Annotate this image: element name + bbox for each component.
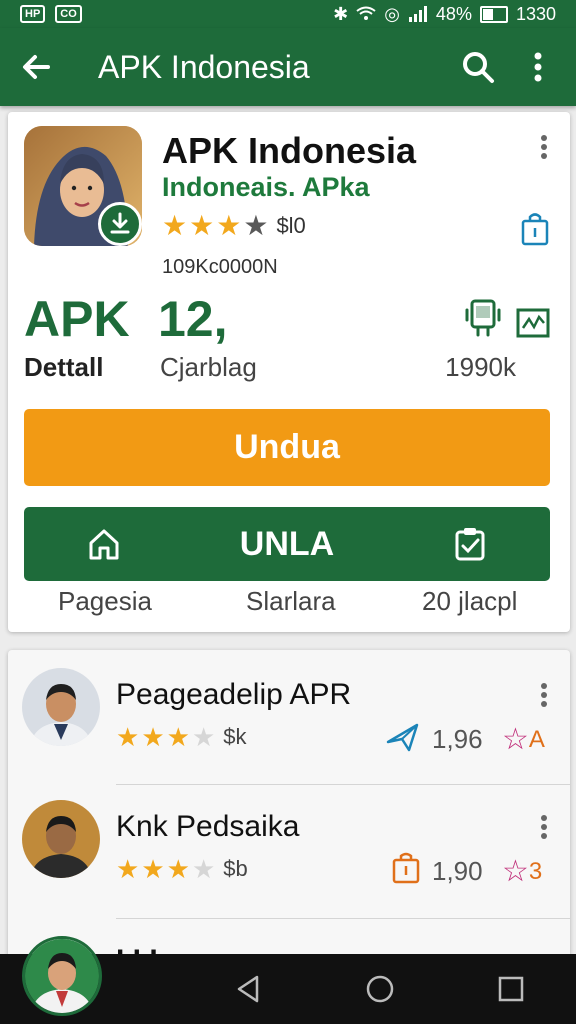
star-icon: ★: [141, 854, 165, 884]
nav-back-icon[interactable]: [235, 974, 261, 1004]
vibrate-icon: ◎: [384, 3, 400, 24]
list-item-rating-value: $k: [223, 724, 247, 749]
list-item-title: Knk Pedsaika: [116, 810, 300, 843]
status-time: 1330: [515, 3, 556, 24]
robot-icon: [464, 296, 502, 343]
star-icon: ★: [162, 210, 188, 241]
action-label-3: 20 jlacpl: [422, 586, 518, 616]
nav-recents-icon[interactable]: [498, 976, 524, 1002]
list-item-rating: ★ ★ ★ ★ $k: [116, 724, 247, 750]
battery-percent: 48%: [435, 3, 472, 24]
stat-label-1: Dettall: [24, 352, 104, 382]
star-icon: ★: [116, 722, 140, 752]
nav-home-icon[interactable]: [365, 974, 395, 1004]
more-vert-icon: [534, 52, 542, 82]
install-button[interactable]: Undua: [24, 409, 550, 486]
list-item-more-button[interactable]: [540, 814, 548, 845]
star-empty-icon: ★: [191, 722, 216, 752]
action-label-2: Slarlara: [246, 586, 336, 616]
app-icon[interactable]: [24, 126, 142, 246]
star-outline-icon: ☆: [502, 723, 529, 756]
download-count: 109Kc0000N: [162, 256, 278, 278]
secondary-action-label: UNLA: [239, 524, 335, 563]
shopping-bag-icon[interactable]: [392, 852, 420, 889]
stat-value-1: APK: [24, 291, 130, 347]
star-icon: ★: [216, 210, 242, 241]
back-arrow-icon: [23, 55, 50, 79]
status-left: HP CO: [20, 5, 82, 23]
star-icon: ★: [189, 210, 215, 241]
rating-value: $l0: [276, 213, 306, 238]
bluetooth-icon: ✱: [333, 3, 349, 24]
star-empty-icon: ★: [191, 854, 216, 884]
status-chip-1: HP: [20, 5, 46, 23]
app-rating: ★ ★ ★ ★ $l0: [162, 212, 306, 240]
app-bar: APK Indonesia: [0, 28, 576, 106]
list-item-count: 1,96: [432, 724, 483, 754]
star-icon: ★: [166, 722, 190, 752]
battery-icon: [479, 5, 508, 23]
stat-label-3: 1990k: [445, 352, 516, 382]
floating-avatar[interactable]: [22, 936, 102, 1016]
list-item-rating-value: $b: [223, 856, 248, 881]
more-vert-icon: [541, 683, 547, 707]
star-icon: ★: [141, 722, 165, 752]
app-developer[interactable]: Indoneais. APka: [162, 172, 370, 203]
star-icon: ★: [116, 854, 140, 884]
list-item-count: 1,90: [432, 856, 483, 886]
shopping-bag-icon: [521, 213, 549, 246]
list-item-more-button[interactable]: [540, 682, 548, 713]
avatar: [22, 668, 100, 746]
divider: [116, 918, 570, 919]
send-icon[interactable]: [386, 722, 420, 757]
overflow-menu-button[interactable]: [508, 51, 568, 83]
search-button[interactable]: [448, 50, 508, 84]
list-item-title-partial: I I I: [116, 944, 316, 954]
status-right: ✱ ◎ 48% 1330: [333, 4, 556, 25]
signal-icon: [408, 6, 427, 22]
clipboard-check-icon[interactable]: [452, 526, 488, 562]
list-item[interactable]: Peageadelip APR ★ ★ ★ ★ $k 1,96 ☆ A: [8, 650, 570, 780]
home-icon[interactable]: [86, 526, 122, 562]
download-badge: [98, 202, 142, 246]
stat-label-2: Cjarblag: [160, 352, 257, 382]
related-apps-card: Peageadelip APR ★ ★ ★ ★ $k 1,96 ☆ A Knk …: [8, 650, 570, 980]
list-item-badge-text: 3: [528, 857, 543, 885]
list-item-badge: ☆ 3: [502, 854, 542, 889]
list-item[interactable]: Knk Pedsaika ★ ★ ★ ★ $b 1,90 ☆ 3: [8, 784, 570, 914]
action-label-1: Pagesia: [58, 586, 152, 616]
search-icon: [463, 52, 494, 83]
back-button[interactable]: [0, 51, 72, 83]
list-item-badge: ☆ A: [502, 722, 545, 757]
app-name: APK Indonesia: [162, 130, 417, 171]
secondary-action-button[interactable]: UNLA: [24, 507, 550, 581]
shopping-bag-button[interactable]: [520, 212, 550, 251]
chart-icon: [516, 308, 550, 343]
wifi-icon: [356, 6, 376, 20]
list-item-title: Peageadelip APR: [116, 678, 352, 711]
avatar: [22, 800, 100, 878]
star-icon: ★: [166, 854, 190, 884]
app-detail-card: APK Indonesia Indoneais. APka ★ ★ ★ ★ $l…: [8, 112, 570, 632]
list-item-rating: ★ ★ ★ ★ $b: [116, 856, 248, 882]
app-bar-title: APK Indonesia: [98, 48, 310, 85]
list-item-badge-text: A: [528, 725, 545, 753]
stat-value-2: 12,: [158, 291, 228, 347]
star-outline-icon: ☆: [502, 855, 529, 888]
status-chip-2: CO: [55, 5, 82, 23]
more-vert-icon: [541, 815, 547, 839]
status-bar: HP CO ✱ ◎ 48% 1330: [0, 0, 576, 28]
app-more-button[interactable]: [540, 134, 548, 165]
star-empty-icon: ★: [243, 210, 269, 241]
more-vert-icon: [541, 135, 547, 159]
download-icon: [110, 212, 130, 234]
